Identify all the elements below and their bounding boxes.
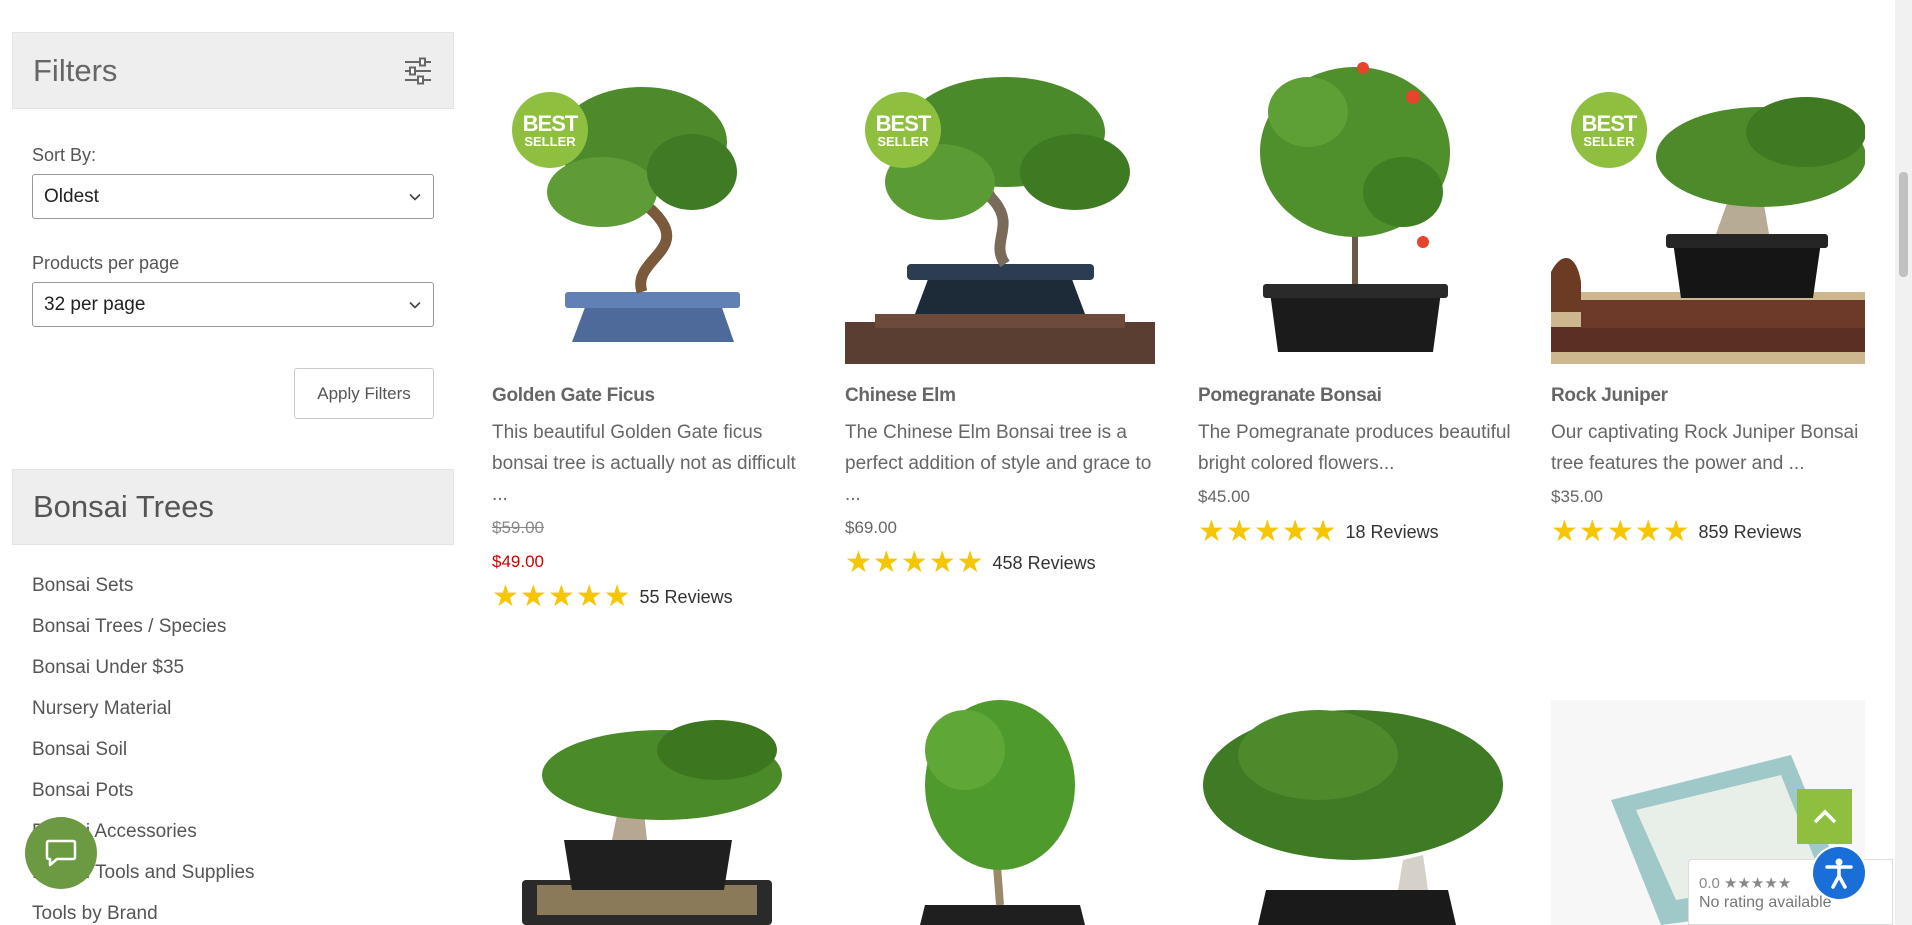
- sort-select[interactable]: Oldest: [32, 174, 434, 219]
- chevron-up-icon: [1813, 809, 1836, 823]
- perpage-value: 32 per page: [44, 293, 146, 315]
- star-icon: ★: [575, 580, 603, 613]
- product-card[interactable]: BEST SELLER Golden Gate Ficus This beaut…: [492, 52, 812, 612]
- product-card[interactable]: Pomegranate Bonsai The Pomegranate produ…: [1198, 52, 1518, 547]
- product-price: $45.00: [1198, 487, 1250, 506]
- rating: ★ ★ ★ ★ ★ 859 Reviews: [1551, 517, 1871, 547]
- product-name[interactable]: Chinese Elm: [845, 385, 1165, 407]
- badge-text: BEST: [522, 110, 579, 136]
- product-name[interactable]: Golden Gate Ficus: [492, 385, 812, 407]
- star-icon: ★: [900, 546, 928, 579]
- star-icon: ★: [492, 580, 519, 613]
- product-image[interactable]: [1198, 695, 1512, 925]
- sliders-icon[interactable]: [403, 56, 433, 86]
- review-count[interactable]: 18 Reviews: [1346, 522, 1439, 543]
- star-icon: ★: [928, 546, 956, 579]
- star-icon: ★: [1634, 515, 1662, 548]
- category-link[interactable]: Tools by Brand: [32, 893, 434, 925]
- star-icon: ★: [1606, 515, 1634, 548]
- badge-subtext: SELLER: [877, 133, 929, 149]
- sale-price: $49.00: [492, 552, 544, 571]
- scrollbar-thumb[interactable]: [1899, 172, 1908, 277]
- star-icon: ★: [1253, 515, 1281, 548]
- category-link[interactable]: Bonsai Pots: [32, 770, 434, 811]
- best-seller-badge: BEST SELLER: [512, 92, 588, 168]
- rating: ★ ★ ★ ★ ★ 18 Reviews: [1198, 517, 1518, 547]
- sidebar: Filters Sort By: Oldest Products per pag…: [12, 32, 454, 925]
- review-count[interactable]: 55 Reviews: [640, 587, 733, 608]
- star-icon: ★: [1281, 515, 1309, 548]
- apply-filters-button[interactable]: Apply Filters: [294, 368, 434, 419]
- chat-button[interactable]: [25, 817, 97, 889]
- filters-header[interactable]: Filters: [12, 32, 454, 109]
- product-card[interactable]: BEST SELLER Chinese Elm The Chinese Elm …: [845, 52, 1165, 578]
- category-link[interactable]: Bonsai Sets: [32, 565, 434, 606]
- page-scrollbar[interactable]: [1895, 0, 1912, 925]
- google-rating-text: No rating available: [1699, 894, 1832, 911]
- product-price: $69.00: [845, 518, 897, 537]
- best-seller-badge: BEST SELLER: [865, 92, 941, 168]
- badge-text: BEST: [875, 110, 932, 136]
- product-name[interactable]: Rock Juniper: [1551, 385, 1871, 407]
- star-icon: ★: [1309, 515, 1337, 548]
- star-icon: ★: [1225, 515, 1253, 548]
- sort-value: Oldest: [44, 185, 99, 207]
- star-icon: ★: [1662, 515, 1690, 548]
- star-icon: ★: [845, 546, 872, 579]
- product-image[interactable]: [845, 690, 1159, 925]
- sort-label: Sort By:: [32, 145, 97, 165]
- best-seller-badge: BEST SELLER: [1571, 92, 1647, 168]
- accessibility-button[interactable]: [1811, 845, 1867, 901]
- review-count[interactable]: 458 Reviews: [993, 553, 1096, 574]
- filters-title: Filters: [33, 52, 118, 88]
- perpage-select[interactable]: 32 per page: [32, 282, 434, 327]
- product-price: $35.00: [1551, 487, 1603, 506]
- review-count[interactable]: 859 Reviews: [1699, 522, 1802, 543]
- badge-text: BEST: [1581, 110, 1638, 136]
- product-description: The Pomegranate produces beautiful brigh…: [1198, 422, 1511, 474]
- star-icon: ★: [1198, 515, 1225, 548]
- perpage-label: Products per page: [32, 253, 180, 273]
- accessibility-icon: [1825, 858, 1853, 889]
- category-link[interactable]: Bonsai Soil: [32, 729, 434, 770]
- scroll-top-button[interactable]: [1797, 789, 1852, 844]
- product-card[interactable]: BEST SELLER Rock Juniper Our captivating…: [1551, 52, 1871, 547]
- star-icon: ★: [1578, 515, 1606, 548]
- product-description: The Chinese Elm Bonsai tree is a perfect…: [845, 422, 1152, 505]
- star-icon: ★: [1551, 515, 1578, 548]
- category-header: Bonsai Trees: [12, 469, 454, 545]
- product-description: This beautiful Golden Gate ficus bonsai …: [492, 422, 796, 505]
- product-image[interactable]: [492, 680, 806, 925]
- category-link[interactable]: Bonsai Trees / Species: [32, 606, 434, 647]
- chevron-down-icon: [409, 301, 421, 309]
- product-name[interactable]: Pomegranate Bonsai: [1198, 385, 1518, 407]
- star-icon: ★: [519, 580, 547, 613]
- chevron-down-icon: [409, 193, 421, 201]
- accessibility-icon-wrap: [1813, 847, 1865, 899]
- chat-icon: [45, 839, 77, 867]
- badge-subtext: SELLER: [1583, 133, 1635, 149]
- badge-subtext: SELLER: [524, 133, 576, 149]
- original-price: $59.00: [492, 518, 544, 537]
- rating: ★ ★ ★ ★ ★ 458 Reviews: [845, 548, 1165, 578]
- category-link[interactable]: Bonsai Under $35: [32, 647, 434, 688]
- product-image[interactable]: [1198, 52, 1512, 364]
- star-icon: ★: [956, 546, 984, 579]
- star-icon: ★: [872, 546, 900, 579]
- product-description: Our captivating Rock Juniper Bonsai tree…: [1551, 422, 1859, 474]
- category-link[interactable]: Nursery Material: [32, 688, 434, 729]
- star-icon: ★: [603, 580, 631, 613]
- rating: ★ ★ ★ ★ ★ 55 Reviews: [492, 582, 812, 612]
- star-icon: ★: [547, 580, 575, 613]
